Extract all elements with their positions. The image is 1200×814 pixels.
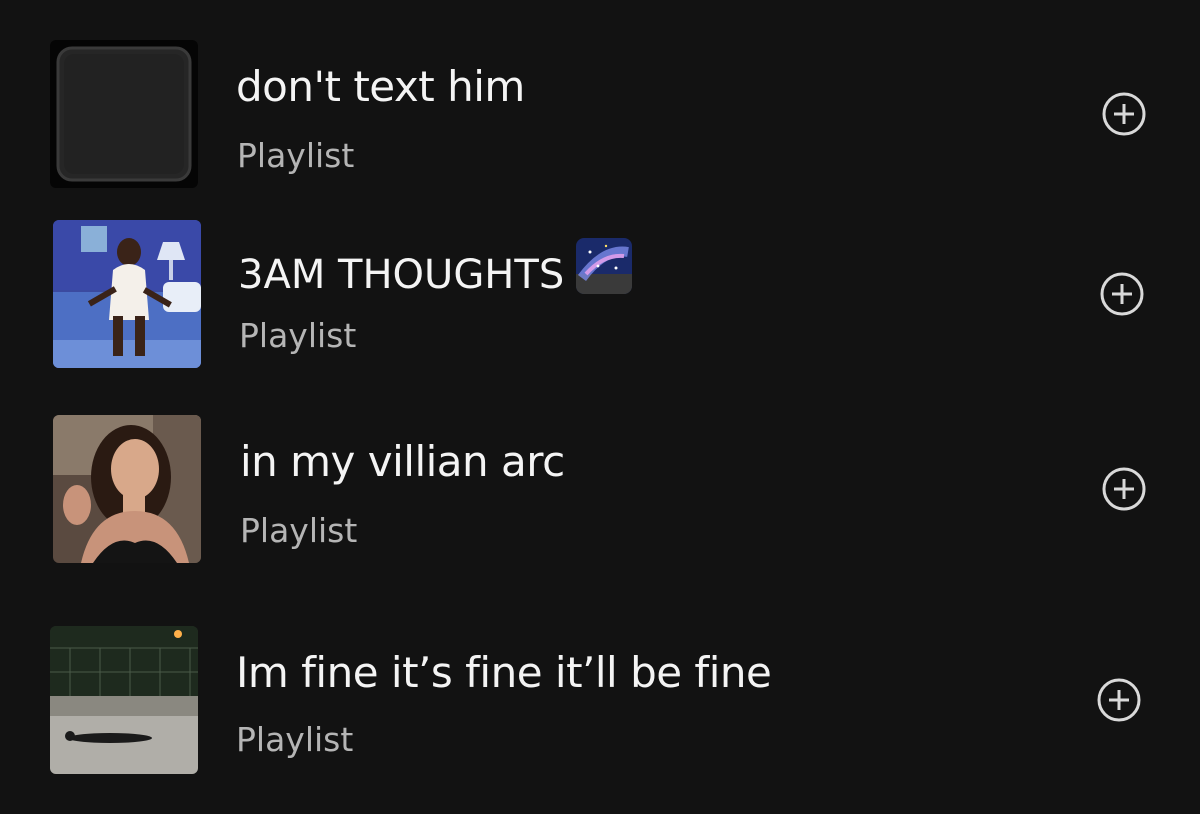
playlist-row-dont-text-him[interactable]: don't text him Playlist xyxy=(0,36,1200,196)
playlist-row-villian-arc[interactable]: in my villian arc Playlist xyxy=(0,411,1200,571)
playlist-title[interactable]: don't text him xyxy=(236,62,525,111)
add-circle-icon[interactable] xyxy=(1100,90,1148,138)
black-square-cover xyxy=(50,40,198,188)
woman-portrait-cover xyxy=(53,415,201,563)
playlist-subtitle: Playlist xyxy=(239,316,357,355)
playlist-subtitle: Playlist xyxy=(237,136,355,175)
playlist-subtitle: Playlist xyxy=(240,511,358,550)
playlist-row-3am-thoughts[interactable]: 3AM THOUGHTS Playlist xyxy=(0,216,1200,376)
playlist-title[interactable]: Im fine it’s fine it’ll be fine xyxy=(236,648,772,697)
playlist-list: don't text him Playlist 3AM THOUGHTS Pla… xyxy=(0,0,1200,814)
person-lying-on-court-cover xyxy=(50,626,198,774)
playlist-row-im-fine[interactable]: Im fine it’s fine it’ll be fine Playlist xyxy=(0,622,1200,782)
playlist-title[interactable]: in my villian arc xyxy=(240,437,565,486)
milky-way-emoji xyxy=(576,238,633,294)
add-circle-icon[interactable] xyxy=(1100,465,1148,513)
playlist-title-text: 3AM THOUGHTS xyxy=(238,252,565,298)
add-circle-icon[interactable] xyxy=(1098,270,1146,318)
add-circle-icon[interactable] xyxy=(1095,676,1143,724)
playlist-title[interactable]: 3AM THOUGHTS xyxy=(238,238,633,298)
playlist-subtitle: Playlist xyxy=(236,720,354,759)
painting-woman-on-bed-cover xyxy=(53,220,201,368)
